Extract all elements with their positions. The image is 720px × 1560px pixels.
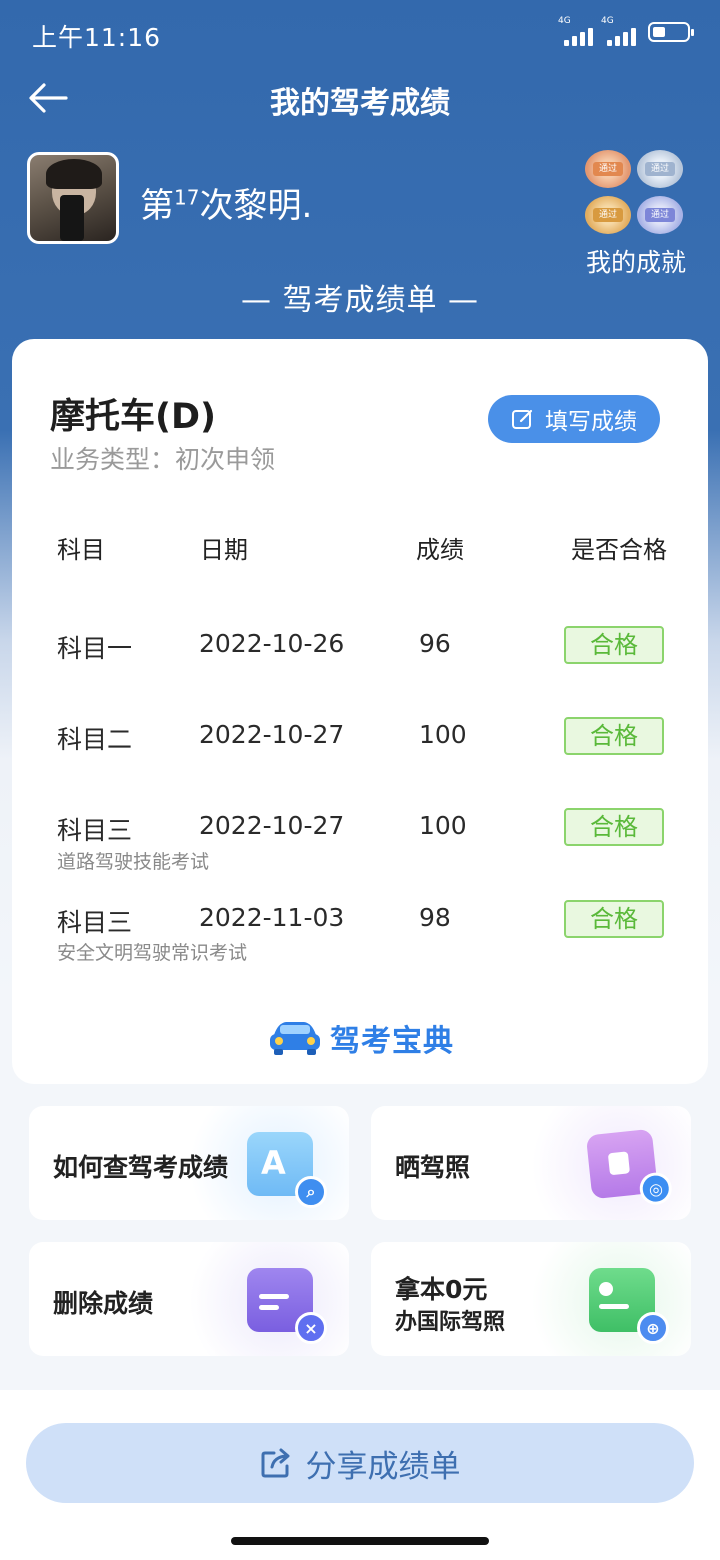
badge-icon: 通过	[585, 196, 631, 234]
row-score: 100	[419, 811, 467, 840]
username: 第17次黎明.	[140, 185, 313, 226]
row-subject: 科目二	[57, 725, 133, 754]
tile-label: 如何查驾考成绩	[53, 1153, 229, 1182]
row-score: 100	[419, 720, 467, 749]
business-type: 业务类型：初次申领	[50, 445, 276, 474]
tile-label: 晒驾照	[395, 1153, 471, 1182]
tile-how-to-check[interactable]: 如何查驾考成绩 A ⌕	[29, 1106, 349, 1220]
column-header-subject: 科目	[57, 536, 105, 564]
tile-delete-score[interactable]: 删除成绩 ×	[29, 1242, 349, 1356]
signal-icon: 4G	[558, 16, 593, 46]
page-title: 我的驾考成绩	[270, 86, 450, 121]
row-subject: 科目三	[57, 816, 133, 845]
home-indicator[interactable]	[231, 1537, 489, 1545]
status-icons: 4G 4G	[558, 16, 694, 46]
share-button[interactable]: 分享成绩单	[26, 1423, 694, 1503]
badge-icon: 通过	[637, 196, 683, 234]
delete-doc-icon: ×	[247, 1268, 327, 1344]
id-card-globe-icon: ⊕	[589, 1268, 669, 1344]
badge-icon: 通过	[585, 150, 631, 188]
pass-badge: 合格	[564, 626, 664, 664]
achievement-badges[interactable]: 通过 通过 通过 通过	[585, 150, 685, 234]
row-date: 2022-10-27	[199, 811, 345, 840]
column-header-score: 成绩	[416, 536, 464, 564]
badge-icon: 通过	[637, 150, 683, 188]
tile-label-line2: 办国际驾照	[395, 1310, 506, 1335]
car-icon	[270, 1022, 320, 1055]
tile-show-license[interactable]: 晒驾照 ◎	[371, 1106, 691, 1220]
status-time: 上午11:16	[32, 23, 162, 52]
edit-icon	[512, 409, 533, 429]
pass-badge: 合格	[564, 717, 664, 755]
photo-camera-icon: ◎	[585, 1128, 674, 1207]
row-subject: 科目三	[57, 908, 133, 937]
tile-label: 删除成绩	[53, 1289, 154, 1318]
row-note: 道路驾驶技能考试	[57, 851, 210, 873]
row-date: 2022-10-27	[199, 720, 345, 749]
achievements-label[interactable]: 我的成就	[586, 243, 686, 279]
share-icon	[261, 1448, 289, 1478]
brand-logo: 驾考宝典	[268, 1016, 454, 1060]
fill-score-button[interactable]: 填写成绩	[488, 395, 660, 443]
column-header-date: 日期	[200, 536, 248, 564]
pass-badge: 合格	[564, 900, 664, 938]
column-header-pass: 是否合格	[571, 536, 667, 564]
tile-intl-license[interactable]: 拿本0元 办国际驾照 ⊕	[371, 1242, 691, 1356]
row-subject: 科目一	[57, 634, 133, 663]
signal-icon-2: 4G	[601, 16, 636, 46]
row-score: 98	[419, 903, 451, 932]
avatar[interactable]	[27, 152, 119, 244]
row-date: 2022-11-03	[199, 903, 345, 932]
tile-label-line1: 拿本0元	[395, 1275, 488, 1304]
row-score: 96	[419, 629, 451, 658]
vehicle-type: 摩托车(D)	[50, 397, 217, 437]
row-date: 2022-10-26	[199, 629, 345, 658]
battery-icon	[648, 22, 694, 42]
pass-badge: 合格	[564, 808, 664, 846]
row-note: 安全文明驾驶常识考试	[57, 942, 248, 964]
search-doc-icon: A ⌕	[247, 1132, 327, 1208]
section-label: — 驾考成绩单 —	[240, 283, 480, 318]
